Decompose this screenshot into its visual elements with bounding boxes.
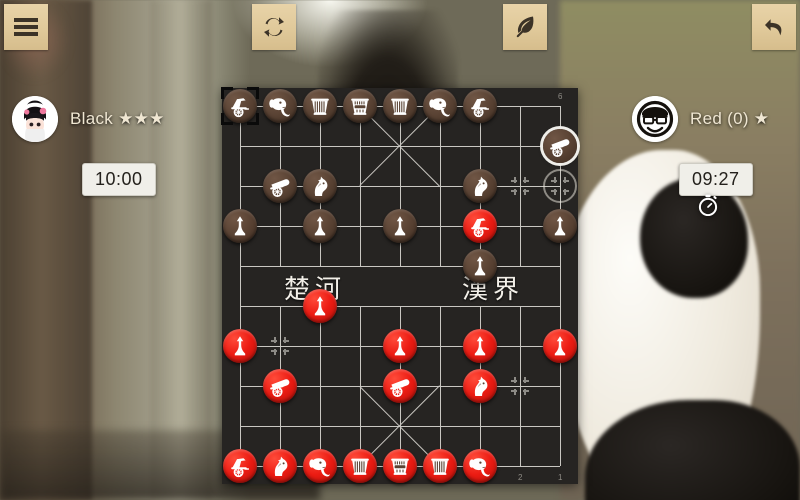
undo-arrow-icon [762, 15, 786, 39]
piece-black-soldier[interactable] [383, 209, 417, 243]
player-red-label: Red (0) ★ [690, 109, 770, 128]
piece-black-advisor[interactable] [303, 89, 337, 123]
piece-black-general[interactable] [343, 89, 377, 123]
hamburger-menu-icon [14, 18, 38, 36]
feather-quill-icon [514, 15, 536, 39]
position-marker [511, 377, 529, 395]
board-line-vertical [320, 306, 321, 466]
piece-black-soldier[interactable] [463, 249, 497, 283]
piece-black-horse[interactable] [463, 169, 497, 203]
piece-black-advisor[interactable] [383, 89, 417, 123]
column-label-top: 6 [558, 92, 563, 101]
tree-trunk-mid [150, 0, 212, 500]
piece-red-cannon[interactable] [263, 369, 297, 403]
board-grid: 楚河漢界2621 [221, 87, 577, 483]
piece-red-soldier[interactable] [543, 329, 577, 363]
piece-black-soldier[interactable] [303, 209, 337, 243]
piece-red-elephant[interactable] [463, 449, 497, 483]
piece-black-cannon[interactable] [543, 129, 577, 163]
piece-red-chariot[interactable] [223, 449, 257, 483]
piece-red-general[interactable] [383, 449, 417, 483]
clock-red: 09:27 [679, 163, 753, 196]
notation-button[interactable] [503, 4, 547, 50]
column-label-bottom: 2 [518, 473, 523, 482]
piece-red-elephant[interactable] [303, 449, 337, 483]
panda-ear [640, 178, 748, 298]
stopwatch-icon [697, 194, 719, 217]
piece-black-elephant[interactable] [423, 89, 457, 123]
board-line-vertical [440, 106, 441, 266]
board-line-vertical [360, 106, 361, 266]
avatar-black [12, 96, 58, 142]
clock-black: 10:00 [82, 163, 156, 196]
piece-red-soldier[interactable] [303, 289, 337, 323]
position-marker [271, 337, 289, 355]
piece-red-advisor[interactable] [343, 449, 377, 483]
piece-red-soldier[interactable] [463, 329, 497, 363]
piece-black-horse[interactable] [303, 169, 337, 203]
avatar-red [632, 96, 678, 142]
refresh-rotate-icon [262, 15, 286, 39]
piece-black-soldier[interactable] [543, 209, 577, 243]
piece-red-advisor[interactable] [423, 449, 457, 483]
piece-black-cannon[interactable] [263, 169, 297, 203]
player-black-label: Black ★★★ [70, 109, 165, 128]
xiangqi-board[interactable]: 楚河漢界2621 [221, 87, 578, 484]
undo-button[interactable] [752, 4, 796, 50]
piece-red-horse[interactable] [463, 369, 497, 403]
flip-board-button[interactable] [252, 4, 296, 50]
piece-black-chariot[interactable] [223, 89, 257, 123]
piece-black-soldier[interactable] [223, 209, 257, 243]
board-line-vertical [440, 306, 441, 466]
piece-black-chariot[interactable] [463, 89, 497, 123]
player-black[interactable]: Black ★★★ [12, 96, 165, 142]
piece-red-chariot[interactable] [463, 209, 497, 243]
column-label-bottom: 1 [558, 473, 563, 482]
menu-button[interactable] [4, 4, 48, 50]
player-red[interactable]: Red (0) ★ [632, 96, 769, 142]
move-target-indicator[interactable] [543, 169, 577, 203]
piece-black-elephant[interactable] [263, 89, 297, 123]
piece-red-cannon[interactable] [383, 369, 417, 403]
xiangqi-game-screen: Black ★★★ 10:00 Red (0) ★ 09:27 漢界 6 2 1 [0, 0, 800, 500]
piece-red-soldier[interactable] [383, 329, 417, 363]
piece-red-soldier[interactable] [223, 329, 257, 363]
piece-red-horse[interactable] [263, 449, 297, 483]
position-marker [511, 177, 529, 195]
